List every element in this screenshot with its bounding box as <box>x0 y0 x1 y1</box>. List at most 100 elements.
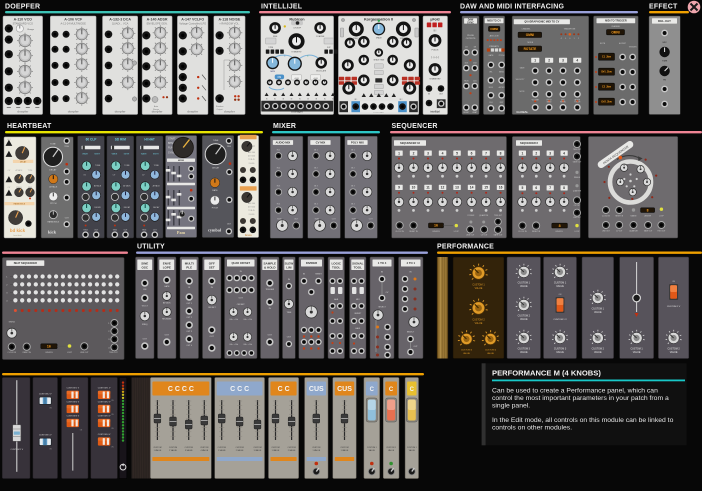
svg-text:-10b...+10b: -10b...+10b <box>229 344 238 346</box>
svg-text:14: 14 <box>470 186 474 190</box>
svg-text:DECAY: DECAY <box>124 206 131 209</box>
svg-text:controls on other modules.: controls on other modules. <box>492 425 572 432</box>
svg-text:IN 2: IN 2 <box>351 167 354 169</box>
svg-text:TUNE: TUNE <box>50 144 56 146</box>
svg-text:IN 4: IN 4 <box>314 204 317 206</box>
svg-text:TZFM: TZFM <box>268 47 273 49</box>
svg-text:CUSTOM: CUSTOM <box>185 447 194 449</box>
svg-text:5: 5 <box>521 186 523 190</box>
svg-text:CUS: CUS <box>309 386 324 393</box>
svg-text:13: 13 <box>455 186 459 190</box>
svg-text:TON 45: TON 45 <box>248 210 254 212</box>
svg-text:LENGTH: LENGTH <box>45 352 53 354</box>
svg-text:VALUE: VALUE <box>556 285 564 288</box>
svg-text:ROTATE: ROTATE <box>524 47 537 51</box>
svg-text:VALUE: VALUE <box>633 351 641 354</box>
svg-text:MIDI TO TRIGGER: MIDI TO TRIGGER <box>605 20 627 23</box>
svg-text:IN 1: IN 1 <box>355 99 358 101</box>
svg-text:Range: Range <box>153 109 160 111</box>
svg-text:5: 5 <box>456 151 458 155</box>
svg-text:VALUE: VALUE <box>520 318 528 321</box>
svg-text:1/16: 1/16 <box>464 63 468 65</box>
svg-text:OUT 3: OUT 3 <box>186 331 192 333</box>
svg-text:1 TO 4: 1 TO 4 <box>378 261 387 265</box>
svg-text:TIME: TIME <box>287 312 292 314</box>
svg-text:IN 1: IN 1 <box>351 149 354 151</box>
svg-text:RESET: RESET <box>315 274 322 276</box>
svg-text:FM: FM <box>143 289 146 291</box>
svg-text:3: 3 <box>549 151 551 155</box>
svg-text:CUSTOM 1 V: CUSTOM 1 V <box>66 388 79 390</box>
svg-text:LINK OUT: LINK OUT <box>466 235 475 237</box>
svg-text:LOOP: LOOP <box>67 352 73 354</box>
svg-text:CUSTOM 2 V: CUSTOM 2 V <box>98 402 111 404</box>
svg-text:CUSTOM 1: CUSTOM 1 <box>367 447 377 449</box>
svg-text:doepfer: doepfer <box>17 110 29 114</box>
svg-text:CLOCK IN: CLOCK IN <box>395 231 404 233</box>
svg-text:TIME: TIME <box>662 61 668 63</box>
svg-text:ATTACK: ATTACK <box>123 184 131 187</box>
svg-text:SEQUENCER 16: SEQUENCER 16 <box>400 141 421 145</box>
svg-text:1 VALUE: 1 VALUE <box>218 449 226 452</box>
svg-text:CUSTOM 1 V: CUSTOM 1 V <box>98 388 111 390</box>
svg-text:DCY 220: DCY 220 <box>248 207 255 209</box>
svg-text:11: 11 <box>426 186 430 190</box>
svg-text:OFFSET: OFFSET <box>208 307 217 309</box>
svg-text:BEAT SEQUENCER: BEAT SEQUENCER <box>14 262 37 265</box>
svg-text:PITCH: PITCH <box>499 55 505 57</box>
svg-text:GATE OUT: GATE OUT <box>573 161 582 164</box>
svg-text:LENGTH: LENGTH <box>555 231 563 233</box>
svg-text:3 VALUE: 3 VALUE <box>254 449 262 452</box>
svg-text:8: 8 <box>563 186 565 190</box>
svg-text:C C C: C C C <box>230 386 249 393</box>
svg-text:GATE OUT: GATE OUT <box>493 234 503 237</box>
svg-text:PERFORMANCE: PERFORMANCE <box>437 244 494 251</box>
svg-text:GATE OUT: GATE OUT <box>644 230 653 233</box>
svg-text:CUS: CUS <box>337 386 352 393</box>
svg-text:LENGTH: LENGTH <box>644 216 652 218</box>
svg-text:RANGE: RANGE <box>630 215 637 218</box>
svg-text:2: 2 <box>413 151 415 155</box>
svg-text:BEND: BEND <box>499 72 505 74</box>
svg-text:RANGE: RANGE <box>574 176 581 179</box>
svg-text:1 VALUE: 1 VALUE <box>272 449 280 452</box>
svg-text:1/4: 1/4 <box>465 47 468 49</box>
svg-text:2 VALUE: 2 VALUE <box>288 449 296 452</box>
svg-text:CHANNEL: CHANNEL <box>521 27 530 30</box>
svg-text:LOOP: LOOP <box>454 231 460 233</box>
svg-text:VALUE: VALUE <box>556 351 564 354</box>
svg-text:ATTACK: ATTACK <box>153 184 161 187</box>
svg-text:VALUE: VALUE <box>594 351 602 354</box>
svg-text:IN: IN <box>324 99 326 101</box>
svg-text:8: 8 <box>500 151 502 155</box>
svg-text:OFFSET: OFFSET <box>237 304 246 306</box>
svg-text:CUSTOM 1 V: CUSTOM 1 V <box>10 449 23 451</box>
svg-text:DIVIDER: DIVIDER <box>306 261 317 265</box>
svg-text:In the Edit mode, all controls: In the Edit mode, all controls on this m… <box>492 417 674 424</box>
svg-text:D#1 .2bw: D#1 .2bw <box>601 71 612 74</box>
svg-text:7: 7 <box>485 151 487 155</box>
svg-text:CV OUT: CV OUT <box>616 231 622 233</box>
svg-text:2 VALUE: 2 VALUE <box>169 449 177 452</box>
svg-text:single panel.: single panel. <box>492 402 530 409</box>
svg-text:TRIGGER: TRIGGER <box>265 289 274 291</box>
svg-text:VELOCITY: VELOCITY <box>516 79 526 81</box>
svg-text:SYMMETRY: SYMMETRY <box>429 79 441 81</box>
svg-text:HARMONICS: HARMONICS <box>48 220 60 223</box>
svg-text:bd kick: bd kick <box>10 228 26 233</box>
svg-text:VALUE: VALUE <box>594 311 602 314</box>
svg-text:-2: -2 <box>561 38 563 40</box>
svg-text:START: START <box>168 138 176 141</box>
svg-text:cymbal: cymbal <box>208 228 222 233</box>
svg-text:QUANTIZE: QUANTIZE <box>479 214 489 217</box>
svg-text:DOEPFER: DOEPFER <box>5 3 40 10</box>
svg-text:ATTACK: ATTACK <box>49 185 58 188</box>
svg-text:PITCH: PITCH <box>50 203 57 205</box>
svg-text:Range: Range <box>28 29 35 31</box>
svg-text:CUSTOM 1 V: CUSTOM 1 V <box>553 319 567 321</box>
svg-text:CV OUT: CV OUT <box>574 205 580 207</box>
svg-text:CUSTOM 2 V: CUSTOM 2 V <box>39 394 52 396</box>
svg-text:2: 2 <box>548 58 550 62</box>
svg-text:TYPE: TYPE <box>28 170 33 172</box>
svg-text:1: 1 <box>398 151 400 155</box>
